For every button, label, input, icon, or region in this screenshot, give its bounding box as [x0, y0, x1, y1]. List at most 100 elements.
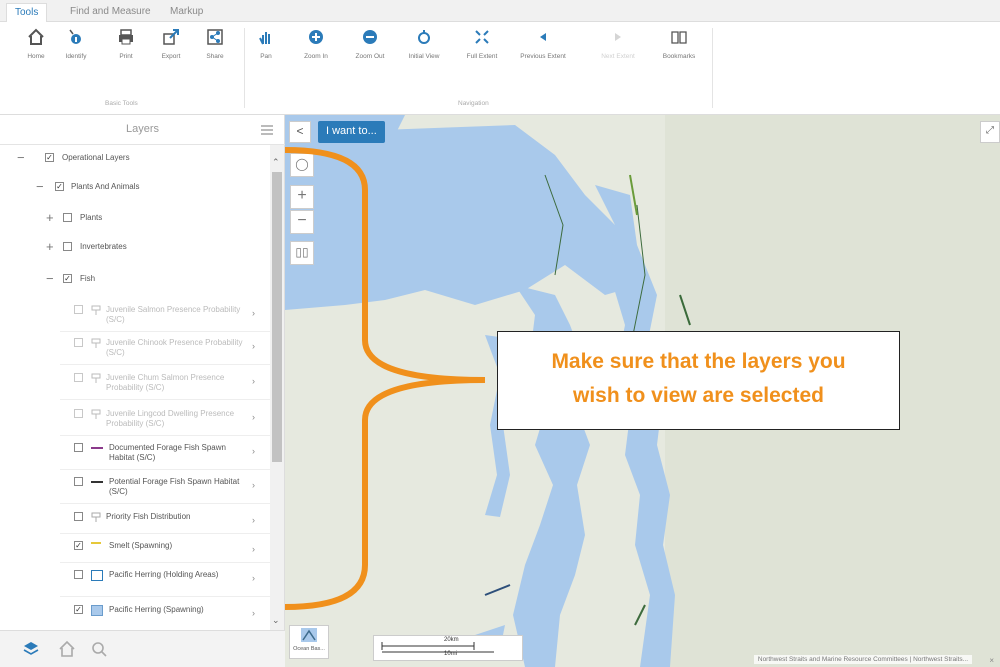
layer-label: Smelt (Spawning) — [109, 541, 173, 550]
group-label-navigation: Navigation — [458, 100, 489, 107]
layer-checkbox[interactable] — [74, 477, 83, 486]
previous-extent-button[interactable]: Previous Extent — [520, 22, 566, 61]
layer-checkbox[interactable] — [74, 409, 83, 418]
zoom-in-icon — [293, 22, 339, 52]
scrollbar-thumb[interactable] — [272, 172, 282, 462]
expand-toggle[interactable]: + — [46, 211, 54, 224]
orange-brace-annotation — [285, 147, 486, 610]
layer-checkbox[interactable] — [74, 305, 83, 314]
layer-label: Fish — [80, 274, 96, 283]
home-icon[interactable] — [58, 640, 76, 658]
purple-line-symbol-icon — [91, 443, 103, 454]
layer-checkbox[interactable] — [63, 213, 72, 222]
layer-label: Priority Fish Distribution — [106, 512, 191, 521]
tab-find-and-measure[interactable]: Find and Measure — [62, 3, 159, 22]
initial-view-button[interactable]: Initial View — [401, 22, 447, 61]
bookmarks-button[interactable]: Bookmarks — [656, 22, 702, 61]
print-icon — [103, 22, 149, 52]
collapse-toggle[interactable]: − — [17, 151, 25, 164]
collapse-toggle[interactable]: − — [46, 272, 54, 285]
layer-label: Potential Forage Fish Spawn Habitat (S/C… — [109, 477, 240, 496]
row-divider — [60, 533, 270, 534]
scroll-down-icon[interactable]: ⌄ — [272, 615, 280, 626]
zoom-out-button[interactable]: Zoom Out — [347, 22, 393, 61]
layer-label: Plants — [80, 213, 103, 222]
next-extent-button[interactable]: Next Extent — [595, 22, 641, 61]
search-icon[interactable] — [90, 640, 108, 658]
layer-checkbox[interactable] — [74, 570, 83, 579]
chevron-right-icon[interactable]: › — [252, 608, 255, 618]
pan-icon — [243, 22, 289, 52]
chevron-right-icon[interactable]: › — [252, 412, 255, 422]
layer-checkbox[interactable] — [63, 242, 72, 251]
group-divider — [712, 28, 713, 108]
tab-tools[interactable]: Tools — [6, 3, 48, 22]
chevron-right-icon[interactable]: › — [252, 446, 255, 456]
layer-label: Pacific Herring (Holding Areas) — [109, 570, 219, 579]
grid-symbol-icon — [90, 338, 102, 349]
chevron-right-icon[interactable]: › — [252, 480, 255, 490]
layer-checkbox[interactable]: ✓ — [74, 605, 83, 614]
export-button[interactable]: Export — [148, 22, 194, 61]
print-button[interactable]: Print — [103, 22, 149, 61]
next-extent-icon — [595, 22, 641, 52]
chevron-right-icon[interactable]: › — [252, 376, 255, 386]
export-icon — [148, 22, 194, 52]
group-label-basic: Basic Tools — [105, 100, 138, 107]
map-tools-icon[interactable]: ⤢ — [980, 121, 1000, 143]
layer-checkbox[interactable]: ✓ — [74, 541, 83, 550]
layer-label: Operational Layers — [62, 153, 130, 162]
basemap-label: Ocean Bas... — [293, 646, 325, 652]
scale-mi-label: 10mi — [444, 651, 458, 657]
dark-line-symbol-icon — [91, 477, 103, 488]
identify-button[interactable]: Identify — [53, 22, 99, 61]
row-divider — [60, 364, 270, 365]
filled-square-symbol-icon — [91, 605, 103, 616]
layer-checkbox[interactable]: ✓ — [45, 153, 54, 162]
bookmarks-icon — [656, 22, 702, 52]
layer-checkbox[interactable]: ✓ — [63, 274, 72, 283]
instruction-callout: Make sure that the layers you wish to vi… — [497, 331, 900, 430]
grid-symbol-icon — [90, 373, 102, 384]
chevron-right-icon[interactable]: › — [252, 341, 255, 351]
layer-checkbox[interactable] — [74, 373, 83, 382]
layer-label: Pacific Herring (Spawning) — [109, 605, 204, 614]
layer-checkbox[interactable] — [74, 443, 83, 452]
close-icon[interactable]: × — [989, 656, 994, 665]
identify-icon — [53, 22, 99, 52]
layer-checkbox[interactable] — [74, 512, 83, 521]
tab-markup[interactable]: Markup — [162, 3, 211, 22]
layers-scrollbar[interactable]: ⌃ ⌄ — [270, 145, 284, 635]
layers-panel: Layers − ✓ Operational Layers − ✓ Plants… — [0, 115, 285, 667]
layer-label: Documented Forage Fish Spawn Habitat (S/… — [109, 443, 226, 462]
chevron-right-icon[interactable]: › — [252, 515, 255, 525]
layer-label: Juvenile Lingcod Dwelling Presence Proba… — [106, 409, 235, 428]
zoom-out-icon — [347, 22, 393, 52]
panel-menu-icon[interactable] — [261, 125, 273, 135]
yellow-line-symbol-icon — [91, 541, 103, 552]
pan-button[interactable]: Pan — [243, 22, 289, 61]
layer-label: Juvenile Salmon Presence Probability (S/… — [106, 305, 241, 324]
row-divider — [60, 331, 270, 332]
chevron-right-icon[interactable]: › — [252, 308, 255, 318]
chevron-right-icon[interactable]: › — [252, 544, 255, 554]
scroll-up-icon[interactable]: ⌃ — [272, 157, 280, 168]
callout-line-1: Make sure that the layers you — [551, 350, 846, 373]
layer-checkbox[interactable] — [74, 338, 83, 347]
layer-label: Juvenile Chinook Presence Probability (S… — [106, 338, 243, 357]
layer-checkbox[interactable]: ✓ — [55, 182, 64, 191]
layers-stack-icon[interactable] — [22, 640, 40, 658]
zoom-in-button[interactable]: Zoom In — [293, 22, 339, 61]
chevron-right-icon[interactable]: › — [252, 573, 255, 583]
collapse-toggle[interactable]: − — [36, 180, 44, 193]
ribbon-toolbar: Home Identify Print Export Share Basic T… — [0, 22, 1000, 115]
expand-toggle[interactable]: + — [46, 240, 54, 253]
layer-label: Plants And Animals — [71, 182, 140, 191]
map-view[interactable]: < I want to... ⤢ ◯ + − ▯▯ Make sure that… — [285, 115, 1000, 667]
full-extent-button[interactable]: Full Extent — [459, 22, 505, 61]
share-button[interactable]: Share — [192, 22, 238, 61]
layer-label: Invertebrates — [80, 242, 127, 251]
layer-label: Juvenile Chum Salmon Presence Probabilit… — [106, 373, 225, 392]
row-divider — [60, 469, 270, 470]
basemap-gallery-button[interactable]: Ocean Bas... — [289, 625, 329, 659]
